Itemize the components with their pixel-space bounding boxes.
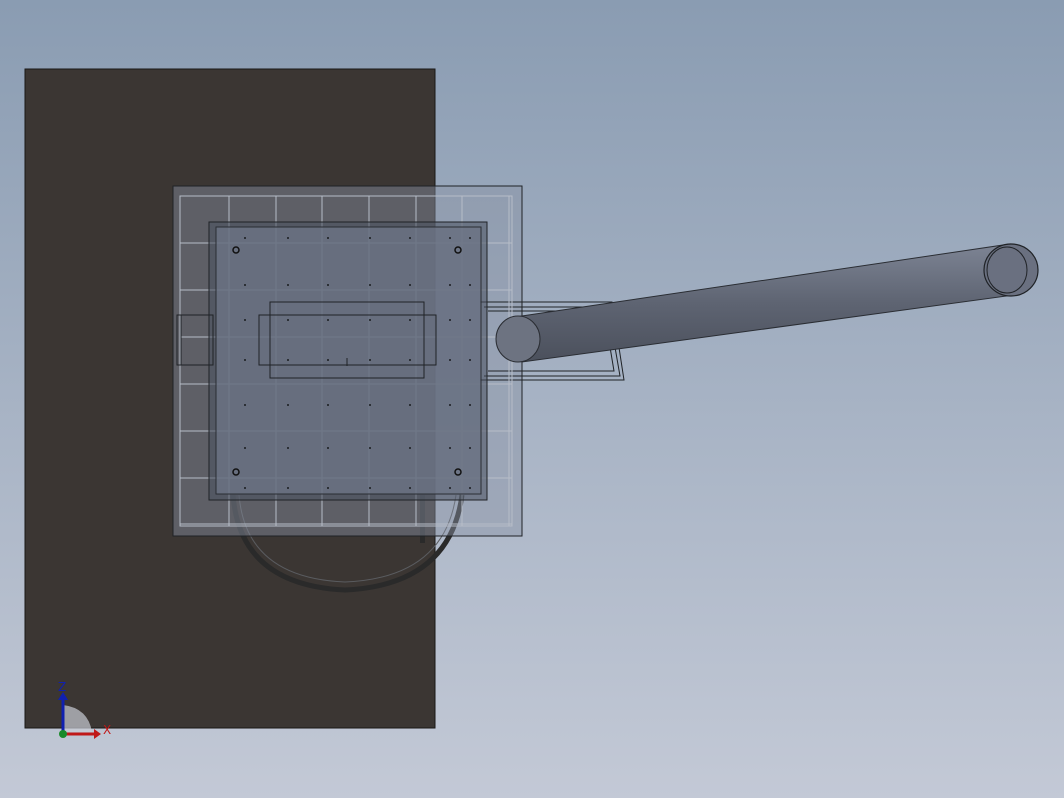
grid-dot — [244, 237, 246, 239]
grid-dot — [327, 237, 329, 239]
grid-dot — [327, 319, 329, 321]
pipe-start-cap — [495, 315, 541, 363]
grid-dot — [409, 487, 411, 489]
grid-dot — [469, 237, 471, 239]
grid-dot — [244, 404, 246, 406]
grid-dot — [244, 447, 246, 449]
cad-graphics-viewport[interactable]: Z X — [0, 0, 1064, 798]
grid-dot — [244, 359, 246, 361]
grid-dot — [469, 284, 471, 286]
grid-dot — [409, 319, 411, 321]
grid-dot — [327, 447, 329, 449]
grid-dot — [287, 237, 289, 239]
grid-dot — [244, 487, 246, 489]
grid-dot — [409, 404, 411, 406]
grid-dot — [287, 447, 289, 449]
grid-dot — [327, 404, 329, 406]
grid-dot — [287, 404, 289, 406]
triad-origin — [59, 730, 67, 738]
panel-face[interactable] — [215, 226, 482, 495]
triad-x-label: X — [103, 723, 111, 737]
grid-dot — [469, 359, 471, 361]
model-canvas[interactable]: Z X — [0, 0, 1064, 798]
grid-dot — [469, 319, 471, 321]
grid-dot — [369, 319, 371, 321]
grid-dot — [244, 284, 246, 286]
grid-dot — [469, 447, 471, 449]
grid-dot — [449, 237, 451, 239]
grid-dot — [369, 284, 371, 286]
grid-dot — [287, 319, 289, 321]
grid-dot — [409, 237, 411, 239]
grid-dot — [369, 487, 371, 489]
grid-dot — [287, 284, 289, 286]
grid-dot — [449, 319, 451, 321]
grid-dot — [369, 447, 371, 449]
grid-dot — [287, 359, 289, 361]
pipe-end-cap[interactable] — [983, 243, 1039, 297]
grid-dot — [409, 447, 411, 449]
grid-dot — [409, 359, 411, 361]
grid-dot — [469, 487, 471, 489]
grid-dot — [449, 359, 451, 361]
grid-dot — [369, 359, 371, 361]
grid-dot — [449, 487, 451, 489]
grid-dot — [327, 359, 329, 361]
grid-dot — [449, 404, 451, 406]
grid-dot — [449, 284, 451, 286]
grid-dot — [369, 237, 371, 239]
grid-dot — [287, 487, 289, 489]
grid-dot — [469, 404, 471, 406]
grid-dot — [449, 447, 451, 449]
grid-dot — [327, 284, 329, 286]
triad-z-label: Z — [58, 680, 66, 694]
grid-dot — [327, 487, 329, 489]
grid-dot — [244, 319, 246, 321]
grid-dot — [409, 284, 411, 286]
grid-dot — [369, 404, 371, 406]
